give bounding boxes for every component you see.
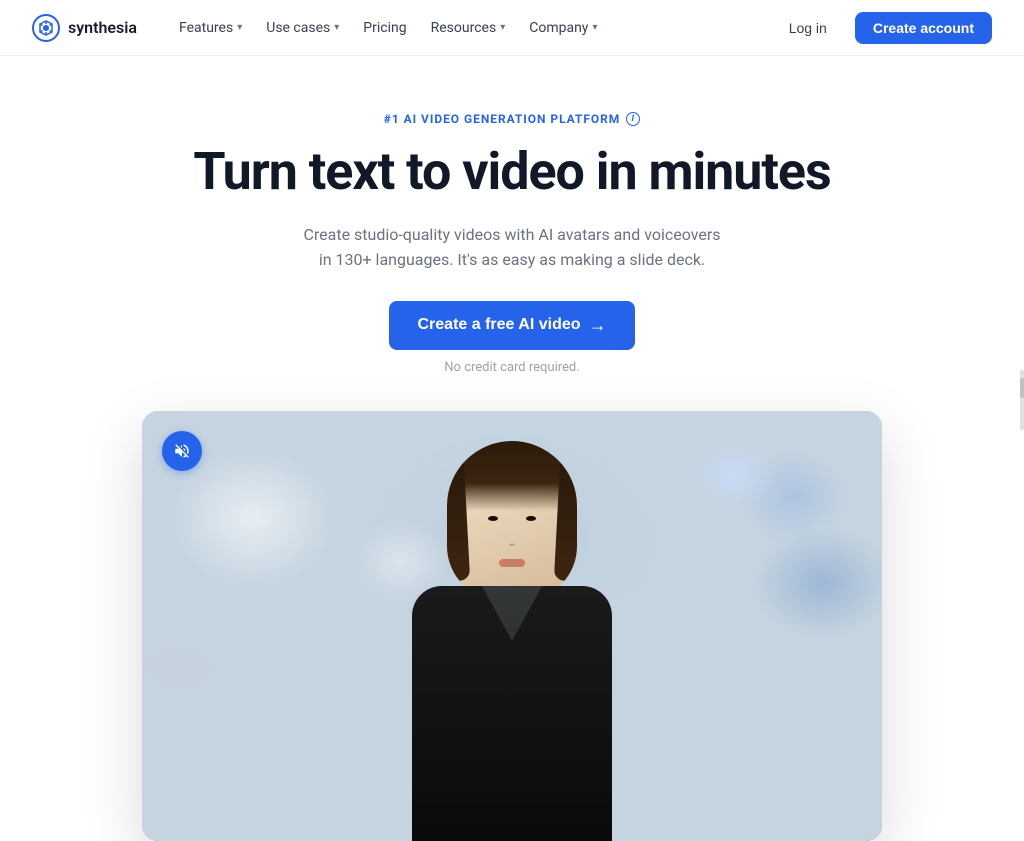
- features-chevron-icon: ▾: [237, 22, 242, 33]
- logo-text: synthesia: [68, 18, 137, 37]
- cta-container: Create a free AI video → No credit card …: [0, 301, 1024, 375]
- nav-use-cases[interactable]: Use cases ▾: [256, 14, 349, 42]
- avatar-body: [412, 586, 612, 841]
- cta-arrow-icon: →: [589, 315, 607, 336]
- sound-button[interactable]: [162, 431, 202, 471]
- video-thumbnail[interactable]: [142, 411, 882, 841]
- avatar-eye-right: [526, 516, 536, 521]
- avatar-head: [447, 441, 577, 601]
- avatar-vneck-svg: [412, 586, 612, 666]
- navbar-left: synthesia Features ▾ Use cases ▾ Pricing…: [32, 14, 607, 42]
- hero-title: Turn text to video in minutes: [0, 142, 1024, 202]
- hero-section: #1 AI VIDEO GENERATION PLATFORM i Turn t…: [0, 56, 1024, 395]
- avatar-figure: [352, 421, 672, 841]
- nav-features[interactable]: Features ▾: [169, 14, 252, 42]
- video-container: [142, 411, 882, 841]
- cta-button[interactable]: Create a free AI video →: [389, 301, 634, 350]
- synthesia-logo-icon: [32, 14, 60, 42]
- nav-resources[interactable]: Resources ▾: [421, 14, 516, 42]
- scroll-indicator[interactable]: [1020, 370, 1024, 430]
- navbar-right: Log in Create account: [773, 12, 992, 44]
- create-account-button[interactable]: Create account: [855, 12, 992, 44]
- company-chevron-icon: ▾: [592, 22, 597, 33]
- nav-pricing[interactable]: Pricing: [353, 14, 416, 42]
- nav-company[interactable]: Company ▾: [519, 14, 607, 42]
- cta-label: Create a free AI video: [417, 316, 580, 334]
- use-cases-chevron-icon: ▾: [334, 22, 339, 33]
- avatar-eye-left: [488, 516, 498, 521]
- navbar: synthesia Features ▾ Use cases ▾ Pricing…: [0, 0, 1024, 56]
- mute-icon: [173, 442, 191, 460]
- scroll-thumb: [1020, 378, 1024, 398]
- resources-chevron-icon: ▾: [500, 22, 505, 33]
- hero-subtitle: Create studio-quality videos with AI ava…: [302, 222, 722, 273]
- avatar-eyes: [488, 516, 536, 521]
- logo[interactable]: synthesia: [32, 14, 137, 42]
- badge-info-icon: i: [626, 112, 640, 126]
- hero-badge: #1 AI VIDEO GENERATION PLATFORM i: [384, 112, 640, 126]
- no-credit-card-text: No credit card required.: [0, 360, 1024, 375]
- nav-links: Features ▾ Use cases ▾ Pricing Resources…: [169, 14, 607, 42]
- login-button[interactable]: Log in: [773, 12, 843, 44]
- avatar-lips: [499, 559, 525, 567]
- avatar-nose: [509, 536, 515, 546]
